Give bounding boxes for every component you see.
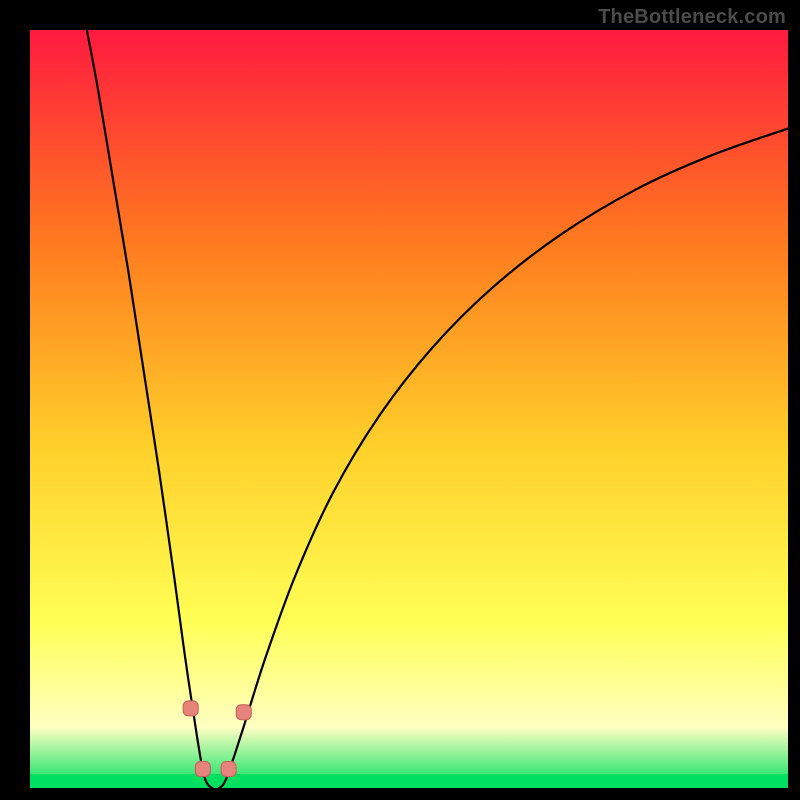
chart-frame: TheBottleneck.com [0, 0, 800, 800]
curve-marker [183, 701, 198, 716]
optimal-band [30, 774, 788, 788]
curve-marker [236, 705, 251, 720]
curve-marker [195, 762, 210, 777]
curve-marker [221, 762, 236, 777]
gradient-background [30, 30, 788, 788]
bottleneck-curve-chart [30, 30, 788, 788]
plot-area [30, 30, 788, 788]
watermark-source: TheBottleneck.com [598, 6, 786, 29]
